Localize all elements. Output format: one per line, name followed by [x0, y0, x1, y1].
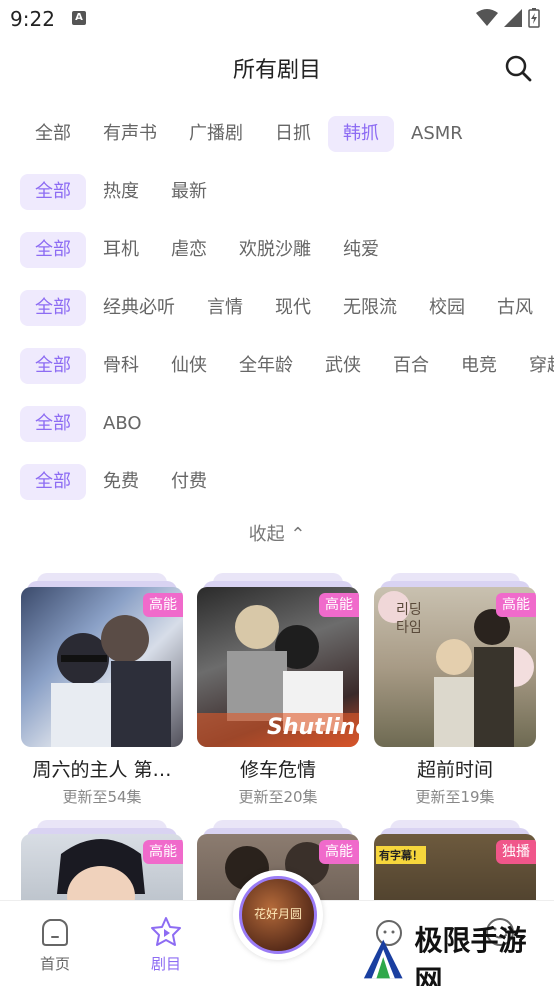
search-icon[interactable] [504, 54, 532, 82]
chip-romance[interactable]: 言情 [192, 290, 258, 326]
chip-free[interactable]: 免费 [88, 464, 154, 500]
home-icon [42, 919, 68, 946]
chip-esports[interactable]: 电竞 [446, 348, 512, 384]
chip-all[interactable]: 全部 [20, 464, 86, 500]
chip-asmr[interactable]: ASMR [396, 116, 478, 152]
badge-label: 独播 [496, 840, 536, 864]
cover-korean-title: 리딩타임 [396, 602, 422, 636]
show-update-status: 更新至20集 [238, 788, 318, 806]
show-title: 周六的主人 第… [32, 759, 172, 781]
show-cover: Shutline 高能 [197, 587, 359, 747]
filter-row-mood: 全部 耳机 虐恋 欢脱沙雕 纯爱 [20, 232, 554, 268]
chip-yuri[interactable]: 百合 [378, 348, 444, 384]
chip-paid[interactable]: 付费 [156, 464, 222, 500]
chip-pure-love[interactable]: 纯爱 [328, 232, 394, 268]
chip-ancient[interactable]: 古风 [482, 290, 548, 326]
chip-modern[interactable]: 现代 [260, 290, 326, 326]
chip-korean[interactable]: 韩抓 [328, 116, 394, 152]
header: 所有剧目 [0, 38, 554, 98]
filter-row-genre: 全部 经典必听 言情 现代 无限流 校园 古风 [20, 290, 554, 326]
now-playing-cover: 花好月圆 [239, 876, 317, 954]
tab-shows[interactable]: 剧目 [131, 915, 201, 974]
chip-all[interactable]: 全部 [20, 406, 86, 442]
show-cover: 高能 [21, 587, 183, 747]
show-card[interactable]: 高能 周六的主人 第… 更新至54集 [21, 573, 183, 807]
status-bar: 9:22 A [0, 0, 554, 38]
chip-all-ages[interactable]: 全年龄 [224, 348, 308, 384]
star-play-icon [151, 917, 181, 946]
chip-all[interactable]: 全部 [20, 174, 86, 210]
filter-row-category: 全部 有声书 广播剧 日抓 韩抓 ASMR [20, 116, 554, 152]
chip-abo[interactable]: ABO [88, 406, 157, 442]
badge-label: 高能 [143, 593, 183, 617]
page-title: 所有剧目 [232, 58, 321, 83]
chip-radio-drama[interactable]: 广播剧 [174, 116, 258, 152]
tab-home[interactable]: 首页 [20, 915, 90, 974]
chip-angst[interactable]: 虐恋 [156, 232, 222, 268]
show-card[interactable]: Shutline 高能 修车危情 更新至20集 [197, 573, 359, 807]
battery-icon [528, 8, 540, 28]
chip-all[interactable]: 全部 [20, 348, 86, 384]
filter-row-theme: 全部 骨科 仙侠 全年龄 武侠 百合 电竞 穿越 [20, 348, 554, 384]
wifi-icon [476, 9, 498, 26]
filter-row-abo: 全部 ABO [20, 406, 554, 442]
now-playing-title: 花好月圆 [253, 907, 302, 921]
notification-a-icon: A [72, 11, 86, 25]
watermark: 极限手游网 [360, 924, 550, 986]
show-update-status: 更新至19集 [415, 788, 495, 806]
watermark-text: 极限手游网 [414, 924, 527, 986]
chip-wuxia[interactable]: 武侠 [310, 348, 376, 384]
chip-comedy[interactable]: 欢脱沙雕 [224, 232, 326, 268]
filter-row-sort: 全部 热度 最新 [20, 174, 554, 210]
cover-logo-text: Shutline [267, 715, 359, 740]
chip-audiobook[interactable]: 有声书 [88, 116, 172, 152]
signal-icon [504, 9, 522, 27]
watermark-logo-icon [363, 939, 403, 979]
chip-all[interactable]: 全部 [20, 232, 86, 268]
show-card[interactable]: 리딩타임 高能 超前时间 更新至19集 [374, 573, 536, 807]
chip-sibling[interactable]: 骨科 [88, 348, 154, 384]
chip-all[interactable]: 全部 [20, 290, 86, 326]
chip-newest[interactable]: 最新 [156, 174, 222, 210]
collapse-filters-button[interactable]: 收起 ⌃ [0, 520, 554, 546]
chip-japanese[interactable]: 日抓 [260, 116, 326, 152]
now-playing-disc[interactable]: 花好月圆 [233, 870, 323, 960]
tab-shows-label: 剧目 [150, 955, 181, 973]
show-title: 超前时间 [416, 759, 493, 781]
chip-all[interactable]: 全部 [20, 116, 86, 152]
show-update-status: 更新至54集 [62, 788, 142, 806]
chip-headphones[interactable]: 耳机 [88, 232, 154, 268]
chip-classic[interactable]: 经典必听 [88, 290, 190, 326]
chip-popular[interactable]: 热度 [88, 174, 154, 210]
badge-label: 高能 [143, 840, 183, 864]
chip-xianxia[interactable]: 仙侠 [156, 348, 222, 384]
badge-label: 高能 [319, 593, 359, 617]
tab-home-label: 首页 [39, 955, 70, 973]
cover-subtitle-tag: 有字幕！ [376, 846, 426, 864]
status-icons [476, 8, 540, 28]
show-title: 修车危情 [239, 759, 316, 781]
badge-label: 高能 [319, 840, 359, 864]
status-time: 9:22 [10, 7, 55, 31]
chip-time-travel[interactable]: 穿越 [514, 348, 554, 384]
chip-campus[interactable]: 校园 [414, 290, 480, 326]
filter-row-price: 全部 免费 付费 [20, 464, 554, 500]
badge-label: 高能 [496, 593, 536, 617]
chip-infinite-flow[interactable]: 无限流 [328, 290, 412, 326]
show-cover: 리딩타임 高能 [374, 587, 536, 747]
